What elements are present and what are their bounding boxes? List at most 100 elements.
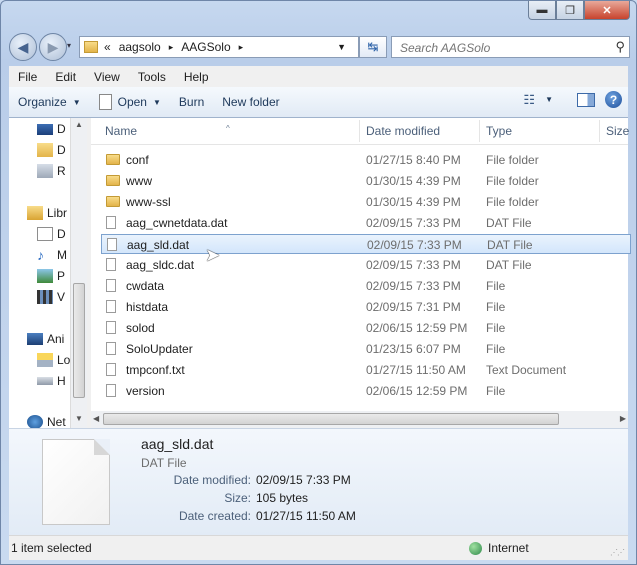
help-icon[interactable]: ? — [605, 91, 622, 108]
breadcrumb-separator-icon[interactable]: ▸ — [169, 42, 174, 53]
file-row[interactable]: aag_cwnetdata.dat 02/09/15 7:33 PM DAT Fil… — [101, 213, 637, 233]
nav-item-local-disk[interactable]: Lo — [37, 350, 70, 370]
file-row[interactable]: tmpconf.txt 01/27/15 11:50 AM Text Documen… — [101, 360, 637, 380]
preview-pane-icon[interactable] — [577, 92, 595, 107]
nav-item-recent-places[interactable]: R — [37, 161, 66, 181]
file-type: File — [486, 384, 506, 398]
menu-file[interactable]: File — [9, 70, 46, 84]
nav-item-label: M — [57, 248, 67, 262]
details-file-type: DAT File — [141, 456, 187, 470]
burn-button[interactable]: Burn — [170, 95, 213, 109]
nav-item-network[interactable]: Net — [27, 412, 66, 428]
selection-count: 1 item selected — [11, 541, 92, 555]
recent-pages-dropdown[interactable]: ▾ — [67, 41, 71, 50]
nav-item-label: Libr — [47, 206, 68, 220]
column-header-size[interactable]: Size — [606, 124, 629, 138]
search-box[interactable]: ⚲ — [391, 36, 630, 58]
menu-help[interactable]: Help — [175, 70, 218, 84]
scroll-down-icon[interactable]: ▼ — [75, 414, 83, 423]
maximize-button[interactable]: ❐ — [556, 1, 584, 20]
desktop-icon — [37, 123, 53, 135]
folder-icon — [106, 175, 120, 186]
search-icon[interactable]: ⚲ — [615, 39, 625, 55]
menu-edit[interactable]: Edit — [46, 70, 85, 84]
nav-item-computer[interactable]: Ani — [27, 329, 64, 349]
scroll-right-icon[interactable]: ▶ — [620, 414, 626, 423]
forward-button[interactable]: ▶ — [39, 33, 67, 61]
change-view-icon[interactable]: ☷ — [523, 92, 535, 108]
downloads-icon — [37, 143, 53, 157]
nav-item-label: P — [57, 269, 66, 283]
file-type: DAT File — [486, 216, 532, 230]
details-pane: aag_sld.dat DAT File Date modified: 02/0… — [9, 428, 628, 536]
file-date-modified: 01/30/15 4:39 PM — [366, 174, 461, 188]
breadcrumb-aagsolo[interactable]: aagsolo — [119, 40, 161, 54]
close-button[interactable]: ✕ — [584, 1, 630, 20]
file-preview-icon — [42, 439, 110, 525]
file-row[interactable]: SoloUpdater 01/23/15 6:07 PM File — [101, 339, 637, 359]
nav-item-drive[interactable]: H — [37, 371, 66, 391]
scrollbar-thumb[interactable] — [103, 413, 559, 425]
navigation-pane-scrollbar[interactable]: ▲ ▼ — [70, 118, 88, 428]
column-header-name[interactable]: Name — [105, 124, 137, 138]
file-type: File folder — [486, 153, 539, 167]
nav-item-music[interactable]: ♪ M — [37, 245, 67, 265]
scrollbar-thumb[interactable] — [73, 283, 85, 398]
breadcrumb-AAGSolo[interactable]: AAGSolo — [181, 40, 230, 54]
file-type: DAT File — [486, 258, 532, 272]
forward-arrow-icon: ▶ — [47, 38, 59, 55]
new-folder-button[interactable]: New folder — [213, 95, 288, 109]
menu-tools[interactable]: Tools — [129, 70, 175, 84]
nav-item-downloads[interactable]: D — [37, 140, 66, 160]
nav-item-pictures[interactable]: P — [37, 266, 65, 286]
file-name: histdata — [126, 300, 169, 314]
security-zone: Internet — [469, 541, 529, 555]
file-row[interactable]: aag_sldc.dat 02/09/15 7:33 PM DAT File — [101, 255, 637, 275]
navigation-pane: D D R Libr D ♪ M P V Ani Lo H Net — [9, 118, 78, 428]
back-button[interactable]: ◀ — [9, 33, 37, 61]
details-value-date-created: 01/27/15 11:50 AM — [256, 509, 356, 523]
search-input[interactable] — [398, 38, 602, 58]
nav-item-label: H — [57, 374, 66, 388]
file-row[interactable]: www-ssl 01/30/15 4:39 PM File folder — [101, 192, 637, 212]
file-list-horizontal-scrollbar[interactable]: ◀ ▶ — [91, 411, 628, 428]
file-type: File — [486, 300, 506, 314]
open-button[interactable]: Open ▼ — [90, 94, 170, 110]
refresh-button[interactable]: ↹ — [359, 36, 387, 58]
file-row[interactable]: aag_sld.dat 02/09/15 7:33 PM DAT File — [101, 234, 631, 254]
file-row[interactable]: www 01/30/15 4:39 PM File folder — [101, 171, 637, 191]
file-name: aag_cwnetdata.dat — [126, 216, 228, 230]
column-header-type[interactable]: Type — [486, 124, 512, 138]
file-row[interactable]: version 02/06/15 12:59 PM File — [101, 381, 637, 401]
file-row[interactable]: solod 02/06/15 12:59 PM File — [101, 318, 637, 338]
caption-buttons: ▬ ❐ ✕ — [528, 1, 630, 23]
nav-item-documents[interactable]: D — [37, 224, 66, 244]
nav-item-label: D — [57, 143, 66, 157]
resize-grip-icon[interactable]: ⋰⋰ — [610, 548, 625, 557]
address-dropdown-icon[interactable]: ▼ — [337, 42, 346, 52]
file-row[interactable]: cwdata 02/09/15 7:33 PM File — [101, 276, 637, 296]
view-dropdown-icon[interactable]: ▼ — [545, 95, 553, 104]
menu-view[interactable]: View — [85, 70, 129, 84]
nav-item-videos[interactable]: V — [37, 287, 65, 307]
nav-item-desktop[interactable]: D — [37, 119, 66, 139]
file-row[interactable]: conf 01/27/15 8:40 PM File folder — [101, 150, 637, 170]
nav-item-libraries[interactable]: Libr — [27, 203, 67, 223]
file-row[interactable]: histdata 02/09/15 7:31 PM File — [101, 297, 637, 317]
folder-icon — [84, 41, 98, 53]
nav-item-label: Net — [47, 415, 66, 428]
file-name: www — [126, 174, 152, 188]
address-bar[interactable]: « aagsolo ▸ AAGSolo ▸ ▼ — [79, 36, 359, 58]
open-label: Open — [117, 95, 147, 109]
breadcrumb-separator-icon[interactable]: ▸ — [239, 42, 244, 53]
organize-button[interactable]: Organize ▼ — [9, 95, 90, 109]
libraries-icon — [27, 206, 43, 220]
scroll-up-icon[interactable]: ▲ — [75, 120, 83, 129]
address-overflow[interactable]: « — [104, 40, 111, 54]
chevron-down-icon: ▼ — [72, 97, 81, 107]
minimize-button[interactable]: ▬ — [528, 1, 556, 20]
details-label-date-created: Date created: — [178, 509, 251, 523]
column-header-date-modified[interactable]: Date modified — [366, 124, 440, 138]
scroll-left-icon[interactable]: ◀ — [93, 414, 99, 423]
new-folder-label: New folder — [222, 95, 280, 109]
